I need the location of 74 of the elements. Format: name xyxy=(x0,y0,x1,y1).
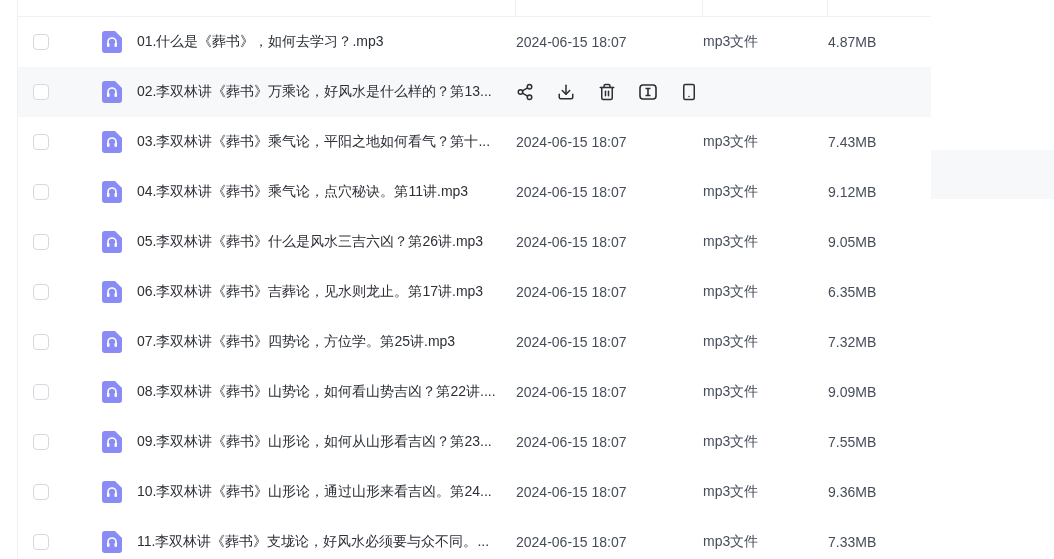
audio-file-icon xyxy=(102,31,122,53)
file-size: 7.32MB xyxy=(828,334,878,350)
modified-time: 2024-06-15 18:07 xyxy=(516,434,628,450)
modified-time: 2024-06-15 18:07 xyxy=(516,334,628,350)
audio-file-icon xyxy=(102,231,122,253)
file-name[interactable]: 08.李双林讲《葬书》山势论，如何看山势吉凶？第22讲.... xyxy=(137,383,496,401)
file-size: 7.55MB xyxy=(828,434,878,450)
audio-file-icon xyxy=(102,131,122,153)
share-icon xyxy=(516,83,534,101)
file-size: 9.09MB xyxy=(828,384,878,400)
checkbox[interactable] xyxy=(33,334,49,350)
file-name[interactable]: 07.李双林讲《葬书》四势论，方位学。第25讲.mp3 xyxy=(137,333,456,351)
file-type: mp3文件 xyxy=(703,433,760,451)
modified-time: 2024-06-15 18:07 xyxy=(516,184,628,200)
checkbox[interactable] xyxy=(33,34,49,50)
share-button[interactable] xyxy=(516,83,534,101)
phone-icon xyxy=(680,83,698,101)
audio-file-icon xyxy=(102,381,122,403)
file-size: 9.12MB xyxy=(828,184,878,200)
file-type: mp3文件 xyxy=(703,133,760,151)
file-size: 7.33MB xyxy=(828,534,878,550)
file-name[interactable]: 11.李双林讲《葬书》支垅论，好风水必须要与众不同。... xyxy=(137,533,490,551)
download-icon xyxy=(557,83,575,101)
file-type: mp3文件 xyxy=(703,183,760,201)
file-size: 7.43MB xyxy=(828,134,878,150)
checkbox[interactable] xyxy=(33,484,49,500)
delete-button[interactable] xyxy=(598,83,616,101)
file-size: 9.05MB xyxy=(828,234,878,250)
file-type: mp3文件 xyxy=(703,283,760,301)
file-name[interactable]: 09.李双林讲《葬书》山形论，如何从山形看吉凶？第23... xyxy=(137,433,492,451)
checkbox[interactable] xyxy=(33,284,49,300)
file-size: 6.35MB xyxy=(828,284,878,300)
audio-file-icon xyxy=(102,331,122,353)
checkbox[interactable] xyxy=(33,134,49,150)
modified-time: 2024-06-15 18:07 xyxy=(516,234,628,250)
file-type: mp3文件 xyxy=(703,333,760,351)
checkbox[interactable] xyxy=(33,384,49,400)
audio-file-icon xyxy=(102,431,122,453)
checkbox[interactable] xyxy=(33,234,49,250)
phone-button[interactable] xyxy=(680,83,698,101)
text-box-icon xyxy=(639,83,657,101)
hovered-file-row[interactable]: 02.李双林讲《葬书》万乘论，好风水是什么样的？第13... xyxy=(18,67,931,117)
file-name[interactable]: 01.什么是《葬书》，如何去学习？.mp3 xyxy=(137,33,384,51)
file-name[interactable]: 10.李双林讲《葬书》山形论，通过山形来看吉凶。第24... xyxy=(137,483,492,501)
file-name[interactable]: 04.李双林讲《葬书》乘气论，点穴秘诀。第11讲.mp3 xyxy=(137,183,469,201)
modified-time: 2024-06-15 18:07 xyxy=(516,284,628,300)
modified-time: 2024-06-15 18:07 xyxy=(516,384,628,400)
file-type: mp3文件 xyxy=(703,483,760,501)
file-name[interactable]: 03.李双林讲《葬书》乘气论，平阳之地如何看气？第十... xyxy=(137,133,491,151)
file-type: mp3文件 xyxy=(703,533,760,551)
checkbox[interactable] xyxy=(33,434,49,450)
file-size: 9.36MB xyxy=(828,484,878,500)
download-button[interactable] xyxy=(557,83,575,101)
checkbox[interactable] xyxy=(33,184,49,200)
modified-time: 2024-06-15 18:07 xyxy=(516,484,628,500)
checkbox[interactable] xyxy=(33,84,49,100)
audio-file-icon xyxy=(102,531,122,553)
file-name[interactable]: 05.李双林讲《葬书》什么是风水三吉六凶？第26讲.mp3 xyxy=(137,233,484,251)
audio-file-icon xyxy=(102,281,122,303)
file-type: mp3文件 xyxy=(703,233,760,251)
file-type: mp3文件 xyxy=(703,383,760,401)
modified-time: 2024-06-15 18:07 xyxy=(516,34,628,50)
file-name[interactable]: 02.李双林讲《葬书》万乘论，好风水是什么样的？第13... xyxy=(137,83,492,101)
checkbox[interactable] xyxy=(33,534,49,550)
modified-time: 2024-06-15 18:07 xyxy=(516,534,628,550)
modified-time: 2024-06-15 18:07 xyxy=(516,134,628,150)
file-size: 4.87MB xyxy=(828,34,878,50)
audio-file-icon xyxy=(102,481,122,503)
audio-file-icon xyxy=(102,181,122,203)
audio-file-icon xyxy=(102,81,122,103)
trash-icon xyxy=(598,83,616,101)
file-name[interactable]: 06.李双林讲《葬书》吉葬论，见水则龙止。第17讲.mp3 xyxy=(137,283,484,301)
file-type: mp3文件 xyxy=(703,33,760,51)
rename-button[interactable] xyxy=(639,83,657,101)
